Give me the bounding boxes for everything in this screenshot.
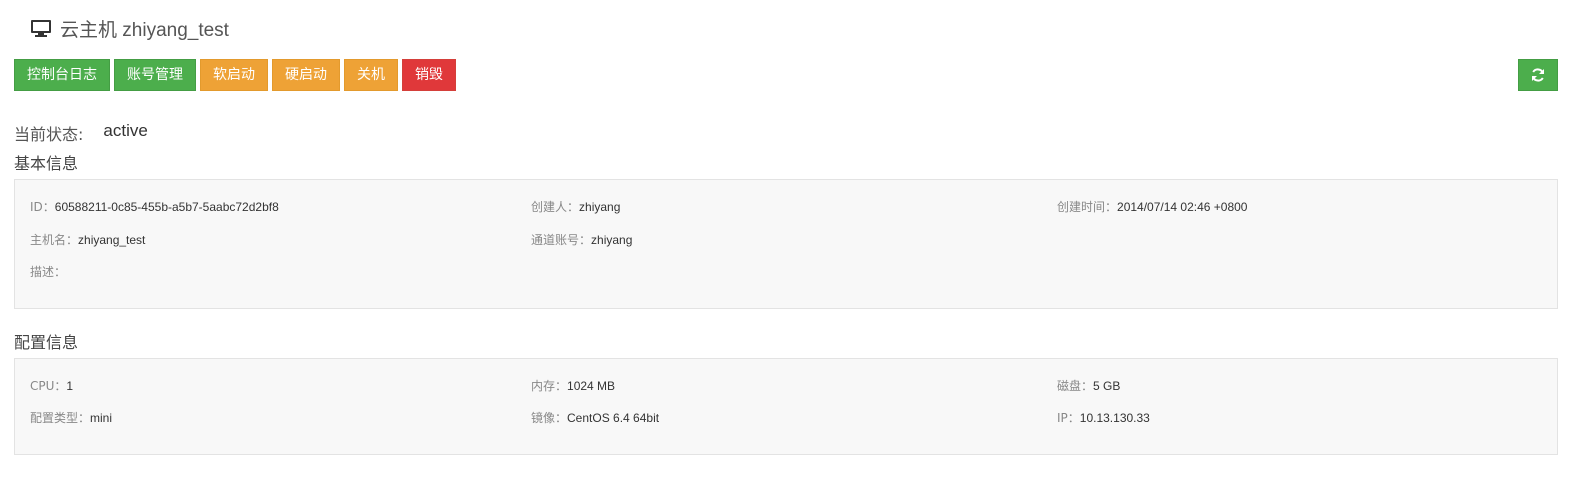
image-value: CentOS 6.4 64bit — [567, 411, 660, 425]
description-field: 描述： — [30, 263, 66, 280]
destroy-button[interactable]: 销毁 — [402, 59, 456, 91]
creator-label: 创建人： — [531, 200, 580, 214]
account-management-button[interactable]: 账号管理 — [114, 59, 196, 91]
disk-value: 5 GB — [1093, 379, 1121, 393]
hard-reboot-button[interactable]: 硬启动 — [272, 59, 340, 91]
channel-account-label: 通道账号： — [531, 233, 592, 247]
status-value: active — [103, 121, 148, 140]
disk-label: 磁盘： — [1057, 379, 1094, 393]
hostname-label: 主机名： — [30, 233, 79, 247]
ip-value: 10.13.130.33 — [1079, 411, 1150, 425]
channel-account-value: zhiyang — [591, 233, 633, 247]
created-time-field: 创建时间：2014/07/14 02:46 +0800 — [1057, 198, 1247, 215]
channel-account-field: 通道账号：zhiyang — [531, 231, 632, 248]
ip-label: IP： — [1057, 411, 1080, 425]
ip-field: IP：10.13.130.33 — [1057, 409, 1150, 426]
hostname-field: 主机名：zhiyang_test — [30, 231, 145, 248]
config-type-label: 配置类型： — [30, 411, 91, 425]
refresh-button[interactable] — [1518, 59, 1558, 91]
console-log-button[interactable]: 控制台日志 — [14, 59, 110, 91]
memory-value: 1024 MB — [567, 379, 616, 393]
id-label: ID： — [30, 200, 55, 214]
basic-info-title: 基本信息 — [14, 154, 79, 173]
basic-info-panel: ID：60588211-0c85-455b-a5b7-5aabc72d2bf8 … — [14, 179, 1558, 309]
status-label: 当前状态: — [14, 125, 84, 144]
config-type-field: 配置类型：mini — [30, 409, 112, 426]
creator-value: zhiyang — [579, 200, 621, 214]
shutdown-button[interactable]: 关机 — [344, 59, 398, 91]
current-status: 当前状态: active — [14, 121, 148, 145]
created-time-value: 2014/07/14 02:46 +0800 — [1117, 200, 1248, 214]
soft-reboot-button[interactable]: 软启动 — [200, 59, 268, 91]
memory-field: 内存：1024 MB — [531, 377, 615, 394]
refresh-icon — [1532, 68, 1544, 82]
id-value: 60588211-0c85-455b-a5b7-5aabc72d2bf8 — [54, 200, 279, 214]
config-info-title: 配置信息 — [14, 333, 79, 352]
image-field: 镜像：CentOS 6.4 64bit — [531, 409, 659, 426]
page-header: 云主机 zhiyang_test — [30, 14, 229, 42]
id-field: ID：60588211-0c85-455b-a5b7-5aabc72d2bf8 — [30, 198, 279, 215]
cpu-field: CPU：1 — [30, 377, 73, 394]
config-type-value: mini — [90, 411, 113, 425]
memory-label: 内存： — [531, 379, 568, 393]
description-label: 描述： — [30, 265, 67, 279]
cpu-value: 1 — [66, 379, 74, 393]
monitor-icon — [31, 20, 51, 37]
creator-field: 创建人：zhiyang — [531, 198, 620, 215]
cpu-label: CPU： — [30, 379, 67, 393]
action-toolbar: 控制台日志 账号管理 软启动 硬启动 关机 销毁 — [14, 59, 460, 91]
hostname-value: zhiyang_test — [78, 233, 146, 247]
disk-field: 磁盘：5 GB — [1057, 377, 1120, 394]
config-info-panel: CPU：1 内存：1024 MB 磁盘：5 GB 配置类型：mini 镜像：Ce… — [14, 358, 1558, 455]
created-time-label: 创建时间： — [1057, 200, 1118, 214]
image-label: 镜像： — [531, 411, 568, 425]
page-title: 云主机 zhiyang_test — [60, 19, 229, 41]
